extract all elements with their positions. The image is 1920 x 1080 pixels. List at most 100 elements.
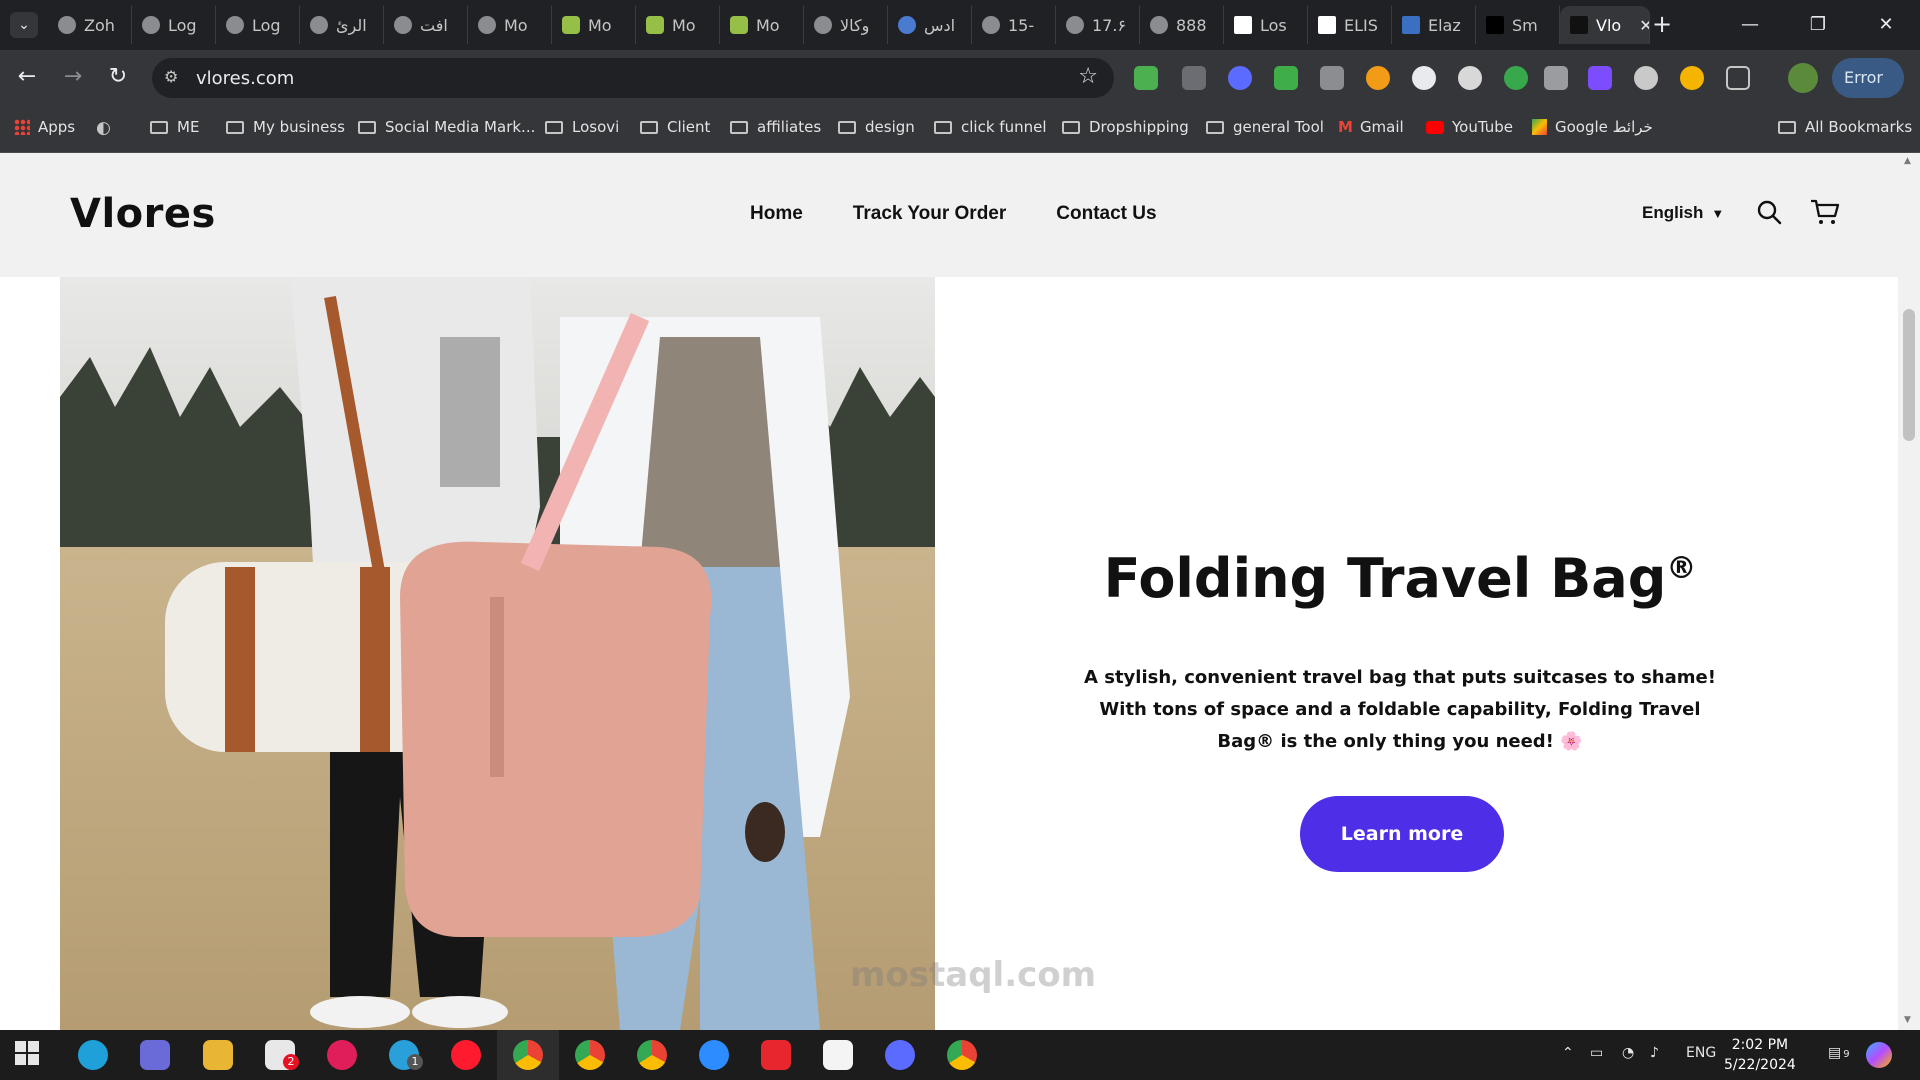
tab[interactable]: Sm bbox=[1476, 6, 1560, 44]
extension-icon[interactable] bbox=[1680, 66, 1704, 90]
tab[interactable]: Los bbox=[1224, 6, 1308, 44]
bookmark-folder[interactable]: Client bbox=[640, 118, 710, 136]
tab[interactable]: Zoh bbox=[48, 6, 132, 44]
restore-icon[interactable]: ❐ bbox=[1784, 0, 1852, 50]
tab[interactable]: Mo bbox=[720, 6, 804, 44]
tab[interactable]: 15- bbox=[972, 6, 1056, 44]
bookmark-google-maps[interactable]: Google خرائط bbox=[1532, 118, 1653, 136]
battery-icon[interactable]: ▭ bbox=[1590, 1045, 1603, 1061]
chrome-profile-icon[interactable] bbox=[575, 1040, 605, 1070]
forward-icon[interactable]: → bbox=[58, 64, 88, 89]
close-window-icon[interactable]: ✕ bbox=[1852, 0, 1920, 50]
bookmark-folder[interactable]: Dropshipping bbox=[1062, 118, 1189, 136]
extension-icon[interactable] bbox=[1588, 66, 1612, 90]
chrome-profile-icon[interactable] bbox=[947, 1040, 977, 1070]
notion-icon[interactable] bbox=[823, 1040, 853, 1070]
extension-icon[interactable] bbox=[1320, 66, 1344, 90]
scroll-up-icon[interactable]: ▲ bbox=[1904, 156, 1911, 166]
nav-contact[interactable]: Contact Us bbox=[1056, 203, 1156, 225]
scroll-down-icon[interactable]: ▼ bbox=[1904, 1015, 1911, 1025]
input-language[interactable]: ENG bbox=[1686, 1045, 1716, 1061]
edge-icon[interactable] bbox=[78, 1040, 108, 1070]
volume-icon[interactable]: ♪ bbox=[1650, 1045, 1659, 1061]
store-icon[interactable] bbox=[140, 1040, 170, 1070]
reload-icon[interactable]: ↻ bbox=[103, 64, 133, 89]
learn-more-button[interactable]: Learn more bbox=[1300, 796, 1504, 872]
tab-search-button[interactable]: ⌄ bbox=[10, 12, 38, 38]
error-button[interactable]: Error ⋮ bbox=[1832, 58, 1904, 127]
extension-icon[interactable] bbox=[1458, 66, 1482, 90]
extension-icon[interactable] bbox=[1182, 66, 1206, 90]
clickup-icon[interactable] bbox=[885, 1040, 915, 1070]
search-icon[interactable] bbox=[1756, 199, 1782, 225]
zoom-icon[interactable] bbox=[699, 1040, 729, 1070]
extension-icon[interactable] bbox=[1274, 66, 1298, 90]
chrome-icon[interactable] bbox=[513, 1040, 543, 1070]
tab[interactable]: 888 bbox=[1140, 6, 1224, 44]
extension-icon[interactable] bbox=[1366, 66, 1390, 90]
bookmark-gmail[interactable]: M Gmail bbox=[1338, 118, 1404, 136]
bookmark-star-icon[interactable]: ☆ bbox=[1078, 64, 1098, 89]
scrollbar-thumb[interactable] bbox=[1903, 309, 1915, 441]
opera-icon[interactable] bbox=[451, 1040, 481, 1070]
minimize-icon[interactable]: — bbox=[1716, 0, 1784, 50]
extension-icon[interactable] bbox=[1634, 66, 1658, 90]
tab[interactable]: Log bbox=[216, 6, 300, 44]
anydesk-icon[interactable] bbox=[761, 1040, 791, 1070]
extension-icon[interactable] bbox=[1544, 66, 1568, 90]
extension-icon[interactable] bbox=[1134, 66, 1158, 90]
bookmark-folder[interactable]: Social Media Mark... bbox=[358, 118, 535, 136]
chevron-up-icon[interactable]: ⌃ bbox=[1562, 1045, 1574, 1061]
bookmark-folder[interactable]: Losovi bbox=[545, 118, 619, 136]
back-icon[interactable]: ← bbox=[12, 64, 42, 89]
bookmark-folder[interactable]: click funnel bbox=[934, 118, 1046, 136]
windows-start-icon[interactable] bbox=[14, 1040, 44, 1070]
address-bar[interactable]: ⚙ vlores.com ☆ bbox=[152, 58, 1114, 98]
slack-icon[interactable] bbox=[327, 1040, 357, 1070]
bookmark-youtube[interactable]: YouTube bbox=[1426, 118, 1513, 136]
tab[interactable]: Mo bbox=[552, 6, 636, 44]
tab[interactable]: الرئ bbox=[300, 6, 384, 44]
bookmark-folder[interactable]: affiliates bbox=[730, 118, 821, 136]
tab-active[interactable]: Vlo ✕ bbox=[1560, 6, 1650, 44]
url-text: vlores.com bbox=[196, 68, 295, 89]
nav-track-order[interactable]: Track Your Order bbox=[853, 203, 1006, 225]
tab[interactable]: وكالا bbox=[804, 6, 888, 44]
mail-icon[interactable]: 2 bbox=[265, 1040, 299, 1070]
bookmark-all[interactable]: All Bookmarks bbox=[1778, 118, 1912, 136]
chrome-profile-icon[interactable] bbox=[637, 1040, 667, 1070]
bookmark-folder[interactable]: design bbox=[838, 118, 915, 136]
extension-icon[interactable] bbox=[1412, 66, 1436, 90]
bookmark-folder[interactable]: general Tool bbox=[1206, 118, 1324, 136]
bookmark-globe[interactable]: ◐ bbox=[96, 118, 111, 138]
clock[interactable]: 2:02 PM 5/22/2024 bbox=[1724, 1035, 1796, 1075]
profile-avatar[interactable] bbox=[1788, 63, 1818, 93]
telegram-icon[interactable]: 1 bbox=[389, 1040, 423, 1070]
tab[interactable]: Mo bbox=[468, 6, 552, 44]
new-tab-icon[interactable]: + bbox=[1652, 10, 1672, 38]
language-selector[interactable]: English ▼ bbox=[1642, 203, 1724, 223]
site-logo[interactable]: Vlores bbox=[70, 191, 216, 237]
cart-icon[interactable] bbox=[1810, 199, 1840, 225]
site-info-icon[interactable]: ⚙ bbox=[164, 67, 178, 86]
bookmark-folder[interactable]: ME bbox=[150, 118, 199, 136]
page-scrollbar[interactable]: ▲ ▼ bbox=[1898, 153, 1920, 1030]
tab[interactable]: افت bbox=[384, 6, 468, 44]
tab[interactable]: Log bbox=[132, 6, 216, 44]
tab[interactable]: ادس bbox=[888, 6, 972, 44]
tab[interactable]: 17.۶ bbox=[1056, 6, 1140, 44]
file-explorer-icon[interactable] bbox=[203, 1040, 233, 1070]
extension-icon[interactable] bbox=[1228, 66, 1252, 90]
bookmark-folder[interactable]: My business bbox=[226, 118, 345, 136]
notifications-icon[interactable]: ▤ 9 bbox=[1828, 1045, 1850, 1061]
wifi-icon[interactable]: ◔ bbox=[1622, 1045, 1634, 1061]
tab[interactable]: ELIS bbox=[1308, 6, 1392, 44]
extensions-puzzle-icon[interactable] bbox=[1726, 66, 1750, 90]
extension-icon[interactable] bbox=[1504, 66, 1528, 90]
tab[interactable]: Mo bbox=[636, 6, 720, 44]
close-tab-icon[interactable]: ✕ bbox=[1639, 16, 1649, 35]
tab[interactable]: Elaz bbox=[1392, 6, 1476, 44]
copilot-icon[interactable] bbox=[1866, 1042, 1892, 1068]
bookmark-apps[interactable]: Apps bbox=[14, 118, 75, 136]
nav-home[interactable]: Home bbox=[750, 203, 803, 225]
